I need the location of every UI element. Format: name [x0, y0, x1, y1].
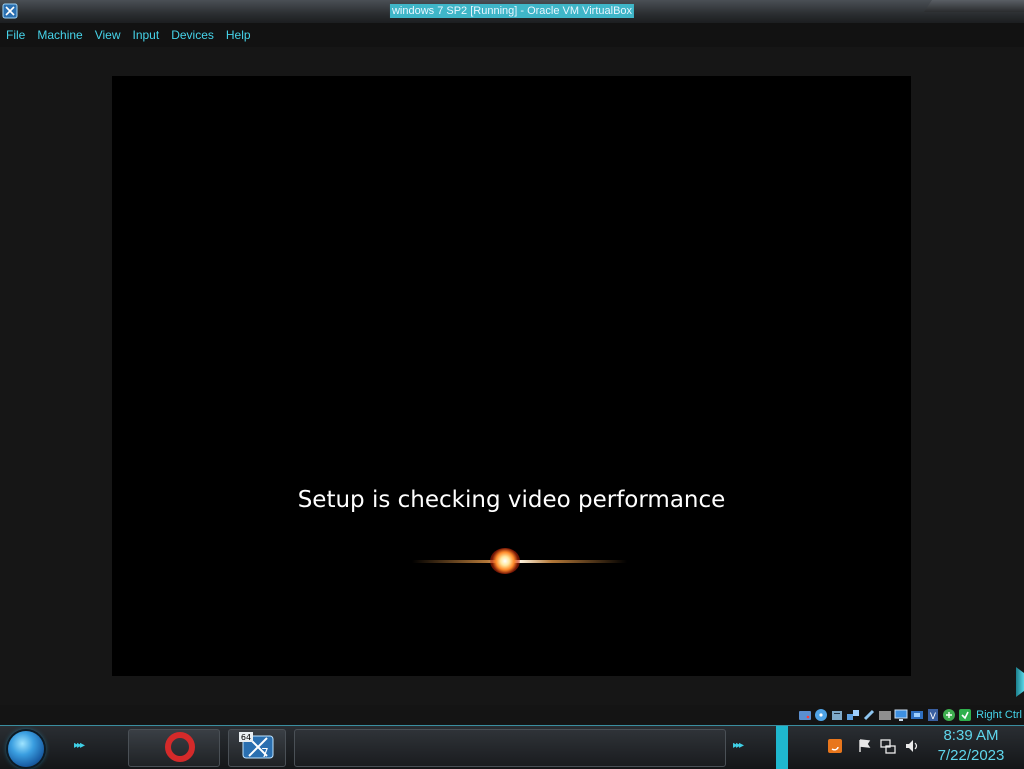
display-icon[interactable]: [894, 708, 908, 722]
usb-icon[interactable]: [862, 708, 876, 722]
chevron-right-icon: ▸▸▸: [733, 740, 744, 751]
shared-folders-icon[interactable]: [878, 708, 892, 722]
chevron-left-icon: ▸▸▸: [74, 740, 85, 751]
menu-input[interactable]: Input: [130, 23, 163, 47]
side-arrow-icon[interactable]: [1016, 667, 1024, 697]
mouse-integration-icon[interactable]: [942, 708, 956, 722]
recording-icon[interactable]: [910, 708, 924, 722]
menu-help[interactable]: Help: [223, 23, 254, 47]
menu-file[interactable]: File: [3, 23, 28, 47]
start-button[interactable]: [8, 731, 44, 767]
show-desktop-strip[interactable]: [776, 726, 788, 769]
windows7-vm-icon[interactable]: 64 7: [239, 732, 277, 762]
java-icon[interactable]: [827, 738, 843, 754]
vm-display-area: Setup is checking video performance: [0, 47, 1024, 705]
svg-text:7: 7: [261, 746, 269, 760]
network-icon[interactable]: [846, 708, 860, 722]
network-tray-icon[interactable]: [880, 738, 896, 754]
window-titlebar[interactable]: windows 7 SP2 [Running] - Oracle VM Virt…: [0, 0, 1024, 24]
svg-text:V: V: [930, 712, 937, 722]
host-key-icon[interactable]: [958, 708, 972, 722]
hard-disk-icon[interactable]: [798, 708, 812, 722]
virtualbox-icon[interactable]: [2, 3, 18, 19]
optical-drive-icon[interactable]: [814, 708, 828, 722]
progress-flare-glow: [490, 548, 520, 574]
taskbar-empty-area: [294, 729, 726, 767]
action-center-flag-icon[interactable]: [857, 738, 873, 754]
opera-icon[interactable]: [165, 732, 195, 762]
clock-date[interactable]: 7/22/2023: [930, 747, 1012, 764]
setup-status-message: Setup is checking video performance: [297, 487, 726, 513]
menubar: File Machine View Input Devices Help: [0, 23, 1024, 47]
volume-icon[interactable]: [904, 738, 920, 754]
menu-machine[interactable]: Machine: [34, 23, 85, 47]
host-key-label: Right Ctrl: [976, 709, 1022, 721]
vm-statusbar: V Right Ctrl: [760, 705, 1024, 725]
audio-icon[interactable]: [830, 708, 844, 722]
menu-view[interactable]: View: [92, 23, 124, 47]
clock-time[interactable]: 8:39 AM: [930, 727, 1012, 744]
cpu-icon[interactable]: V: [926, 708, 940, 722]
vm-badge: 64: [241, 733, 251, 742]
guest-screen[interactable]: Setup is checking video performance: [112, 76, 911, 676]
host-taskbar: ▸▸▸ 64 7 ▸▸▸: [0, 725, 1024, 769]
window-controls[interactable]: [924, 0, 1024, 12]
window-title: windows 7 SP2 [Running] - Oracle VM Virt…: [389, 4, 635, 18]
menu-devices[interactable]: Devices: [168, 23, 217, 47]
